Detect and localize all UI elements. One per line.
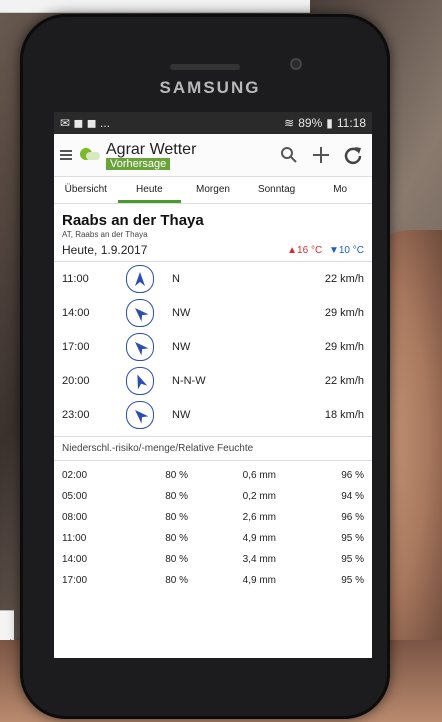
clock: 11:18 — [336, 116, 366, 130]
phone-display: ✉ ◼ ◼ ... ≋ 89% ▮ 11:18 Agrar Wetter Vor… — [54, 112, 372, 658]
rain-amount: 0,6 mm — [242, 470, 276, 481]
search-icon[interactable] — [276, 142, 302, 168]
tab-monday[interactable]: Mo — [308, 177, 372, 203]
rain-section-header: Niederschl.-risiko/-menge/Relative Feuch… — [54, 436, 372, 461]
tab-tomorrow[interactable]: Morgen — [181, 177, 245, 203]
rain-time: 05:00 — [62, 491, 88, 502]
rain-amount: 4,9 mm — [242, 575, 276, 586]
rain-amount: 2,6 mm — [242, 512, 276, 523]
wifi-icon: ≋ — [284, 116, 295, 130]
rain-humidity: 94 % — [341, 491, 364, 502]
app-titles: Agrar Wetter Vorhersage — [106, 141, 270, 170]
wind-speed: 18 km/h — [324, 409, 364, 421]
wind-time: 20:00 — [62, 375, 90, 387]
table-row: 11:00 80 % 4,9 mm 95 % — [62, 528, 364, 549]
rain-humidity: 95 % — [341, 575, 364, 586]
rain-amount: 0,2 mm — [242, 491, 276, 502]
phone-speaker — [170, 64, 240, 70]
location-title: Raabs an der Thaya — [62, 212, 204, 229]
battery-percent: 89% — [298, 116, 323, 130]
rain-humidity: 95 % — [341, 554, 364, 565]
wind-direction: NW — [172, 409, 191, 421]
tab-bar: Übersicht Heute Morgen Sonntag Mo — [54, 177, 372, 204]
wind-speed: 22 km/h — [324, 273, 364, 285]
wind-speed: 29 km/h — [324, 341, 364, 353]
rain-amount: 3,4 mm — [242, 554, 276, 565]
weather-logo-icon — [78, 144, 100, 166]
rain-time: 08:00 — [62, 512, 88, 523]
app-title: Agrar Wetter — [106, 140, 197, 158]
rain-humidity: 96 % — [341, 470, 364, 481]
table-row: 17:00 80 % 4,9 mm 95 % — [62, 570, 364, 591]
table-row: 05:00 80 % 0,2 mm 94 % — [62, 486, 364, 507]
wind-time: 11:00 — [62, 273, 89, 285]
wind-row: 20:00 N-N-W 22 km/h — [54, 364, 372, 398]
wind-direction-icon — [126, 265, 154, 293]
rain-time: 02:00 — [62, 470, 88, 481]
menu-icon[interactable] — [60, 150, 72, 160]
day-label: Heute, 1.9.2017 — [62, 243, 148, 257]
status-bar: ✉ ◼ ◼ ... ≋ 89% ▮ 11:18 — [54, 112, 372, 134]
wind-direction: NW — [172, 341, 191, 353]
wind-time: 14:00 — [62, 307, 90, 319]
tab-sunday[interactable]: Sonntag — [245, 177, 309, 203]
battery-icon: ▮ — [326, 116, 333, 130]
rain-risk: 80 % — [165, 491, 188, 502]
wind-speed: 22 km/h — [324, 375, 364, 387]
rain-risk: 80 % — [165, 470, 188, 481]
status-right: ≋ 89% ▮ 11:18 — [284, 116, 366, 130]
add-icon[interactable] — [308, 142, 334, 168]
app-bar: Agrar Wetter Vorhersage — [54, 134, 372, 177]
wind-row: 23:00 NW 18 km/h — [54, 398, 372, 432]
location-region: AT, Raabs an der Thaya — [62, 230, 148, 239]
day-header: Heute, 1.9.2017 ▲16 °C ▼10 °C — [54, 239, 372, 262]
rain-humidity: 95 % — [341, 533, 364, 544]
wind-row: 14:00 NW 29 km/h — [54, 296, 372, 330]
rain-table: 02:00 80 % 0,6 mm 96 % 05:00 80 % 0,2 mm… — [54, 461, 372, 595]
wind-direction-icon — [126, 333, 154, 361]
wind-speed: 29 km/h — [324, 307, 364, 319]
wind-direction-icon — [126, 299, 154, 327]
rain-risk: 80 % — [165, 575, 188, 586]
temp-low: ▼10 °C — [328, 244, 364, 256]
tab-overview[interactable]: Übersicht — [54, 177, 118, 203]
tab-today[interactable]: Heute — [117, 177, 182, 203]
location-block: Raabs an der Thaya AT, Raabs an der Thay… — [54, 204, 372, 239]
wind-direction-icon — [126, 367, 154, 395]
wind-row: 17:00 NW 29 km/h — [54, 330, 372, 364]
rain-risk: 80 % — [165, 554, 188, 565]
wind-list: 11:00 N 22 km/h 14:00 NW 29 km/h 17:00 N… — [54, 262, 372, 432]
rain-risk: 80 % — [165, 533, 188, 544]
notification-icons: ✉ ◼ ◼ ... — [60, 116, 110, 130]
wind-time: 23:00 — [62, 409, 90, 421]
wind-direction: NW — [172, 307, 191, 319]
app-subtitle: Vorhersage — [106, 157, 171, 170]
table-row: 02:00 80 % 0,6 mm 96 % — [62, 465, 364, 486]
phone-brand: SAMSUNG — [159, 78, 261, 97]
refresh-icon[interactable] — [340, 142, 366, 168]
rain-time: 17:00 — [62, 575, 88, 586]
wind-direction: N-N-W — [172, 375, 206, 387]
rain-time: 11:00 — [62, 533, 87, 544]
wind-time: 17:00 — [62, 341, 90, 353]
monitor-window-edge — [0, 0, 310, 13]
temperature-range: ▲16 °C ▼10 °C — [287, 245, 364, 256]
wind-direction: N — [172, 273, 180, 285]
wind-row: 11:00 N 22 km/h — [54, 262, 372, 296]
table-row: 08:00 80 % 2,6 mm 96 % — [62, 507, 364, 528]
wind-direction-icon — [126, 401, 154, 429]
table-row: 14:00 80 % 3,4 mm 95 % — [62, 549, 364, 570]
temp-high: ▲16 °C — [287, 244, 323, 256]
rain-amount: 4,9 mm — [242, 533, 276, 544]
rain-risk: 80 % — [165, 512, 188, 523]
rain-time: 14:00 — [62, 554, 88, 565]
rain-humidity: 96 % — [341, 512, 364, 523]
camera-icon — [290, 58, 302, 70]
